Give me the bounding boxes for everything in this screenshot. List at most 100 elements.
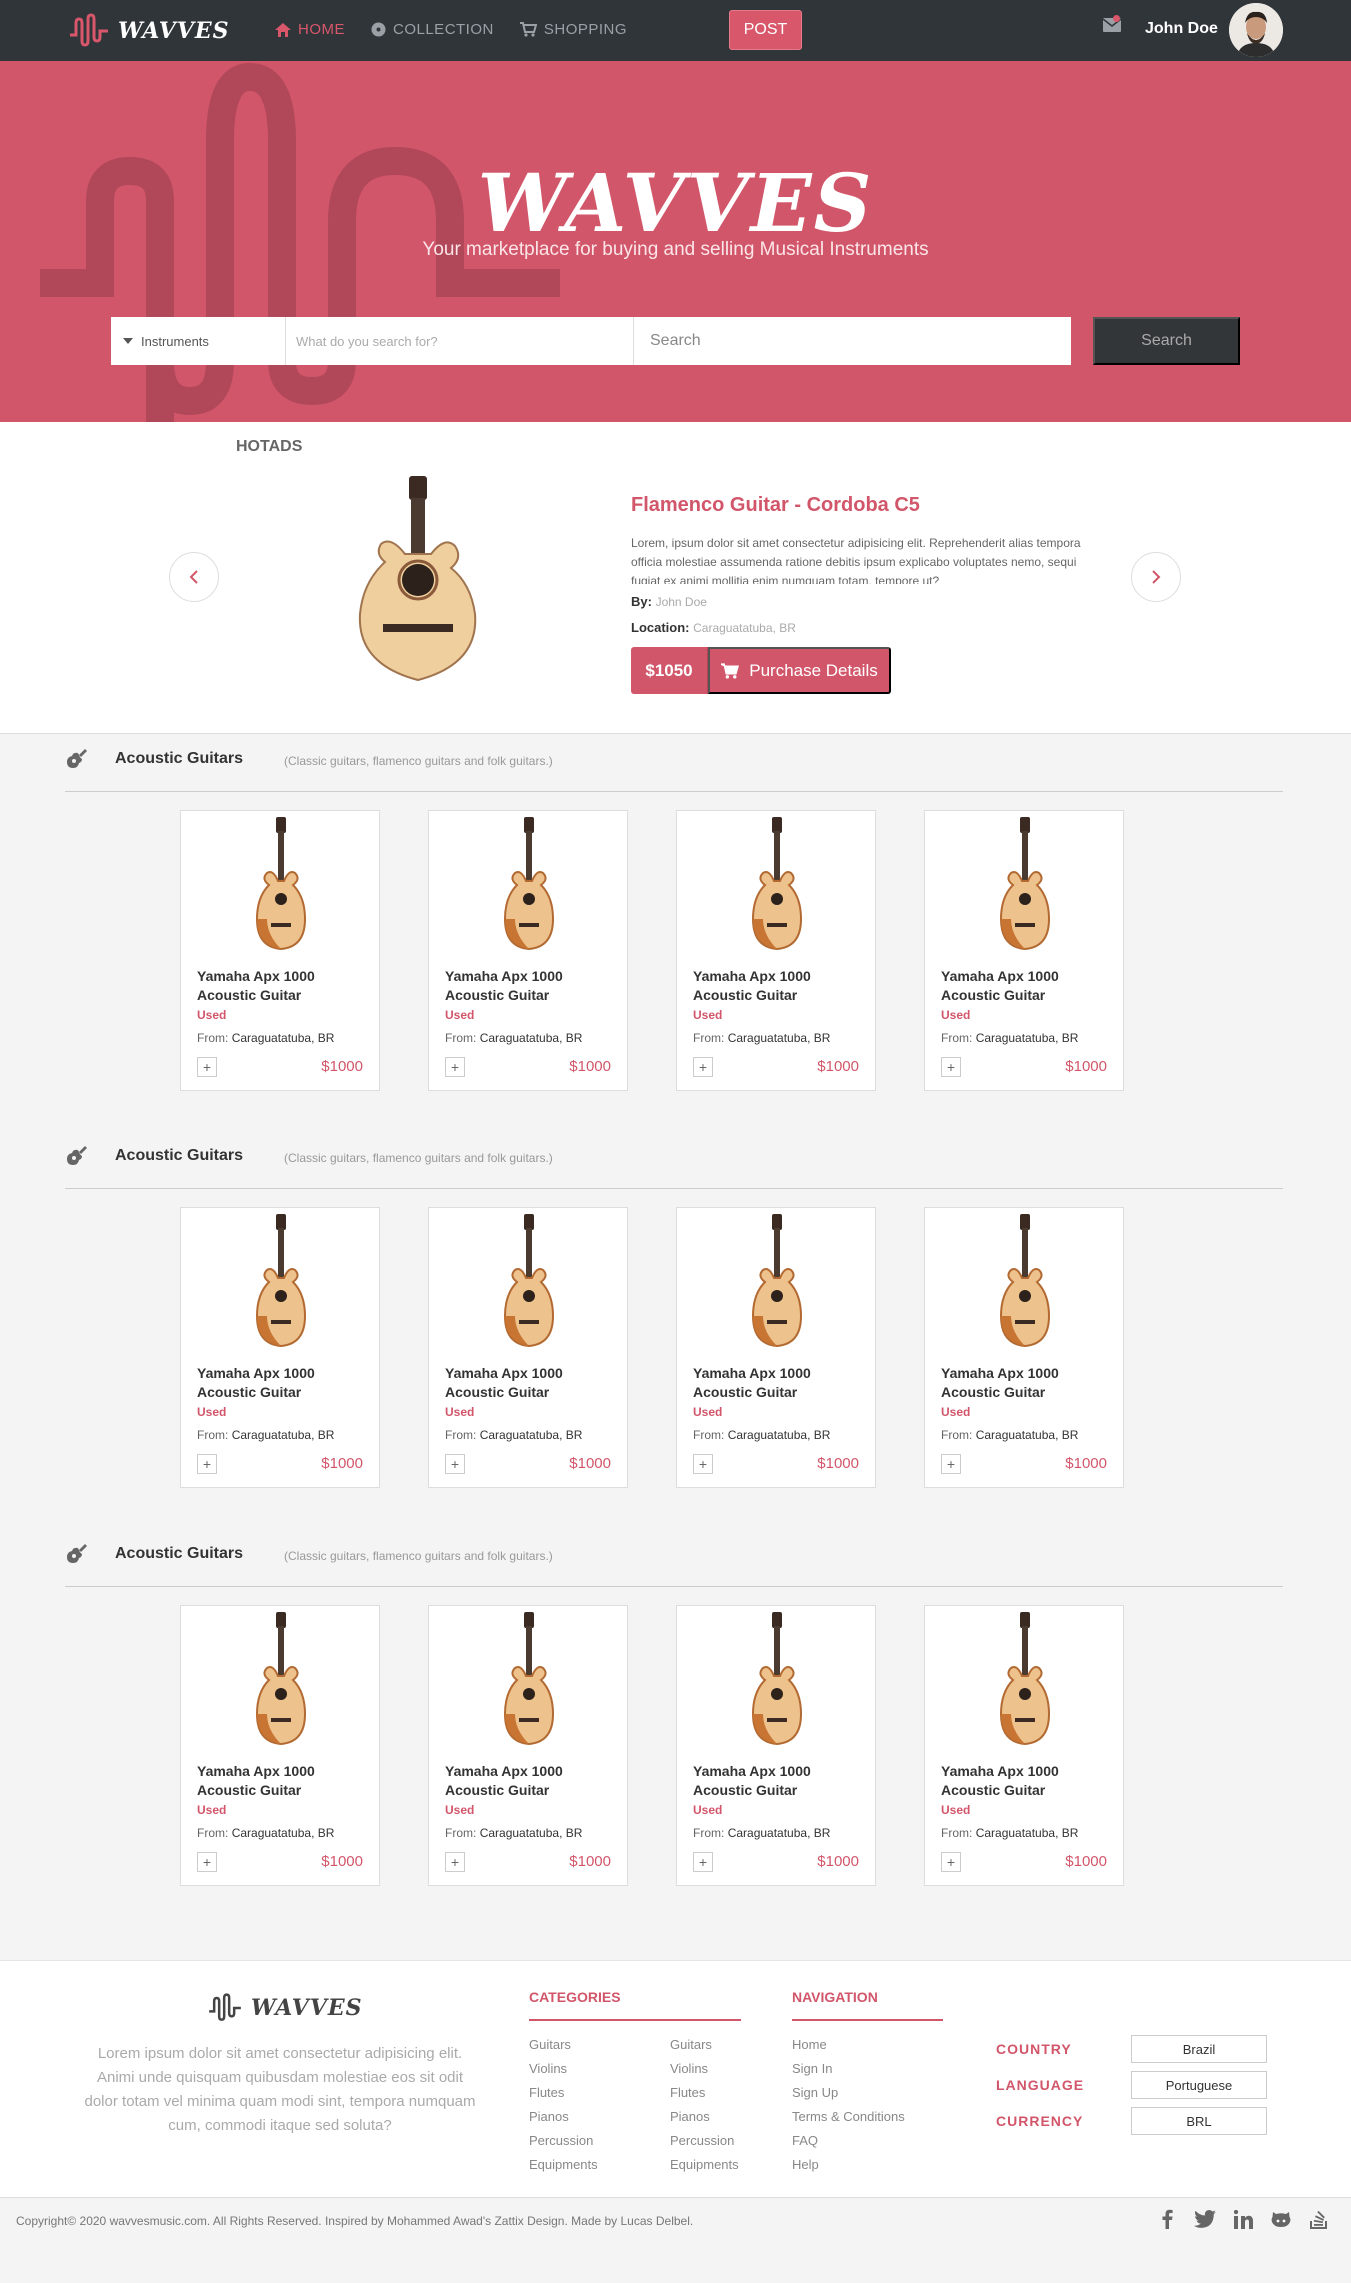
product-name[interactable]: Yamaha Apx 1000 Acoustic Guitar bbox=[445, 967, 620, 1005]
product-card[interactable]: Yamaha Apx 1000 Acoustic Guitar Used Fro… bbox=[924, 1605, 1124, 1886]
product-name[interactable]: Yamaha Apx 1000 Acoustic Guitar bbox=[197, 1762, 372, 1800]
post-button[interactable]: POST bbox=[729, 10, 802, 50]
stackoverflow-icon[interactable] bbox=[1307, 2207, 1331, 2231]
nav-link-shopping[interactable]: SHOPPING bbox=[519, 21, 627, 38]
add-to-cart-button[interactable]: + bbox=[941, 1852, 961, 1872]
product-card[interactable]: Yamaha Apx 1000 Acoustic Guitar Used Fro… bbox=[676, 1605, 876, 1886]
add-to-cart-button[interactable]: + bbox=[693, 1454, 713, 1474]
product-name[interactable]: Yamaha Apx 1000 Acoustic Guitar bbox=[941, 1762, 1116, 1800]
footer-logo[interactable]: WAVVES bbox=[207, 1993, 363, 2023]
product-name[interactable]: Yamaha Apx 1000 Acoustic Guitar bbox=[693, 967, 868, 1005]
search-button[interactable]: Search bbox=[1093, 317, 1240, 365]
product-name[interactable]: Yamaha Apx 1000 Acoustic Guitar bbox=[941, 1364, 1116, 1402]
product-image[interactable] bbox=[497, 815, 561, 951]
product-image[interactable] bbox=[993, 1610, 1057, 1746]
product-image[interactable] bbox=[497, 1212, 561, 1348]
add-to-cart-button[interactable]: + bbox=[941, 1454, 961, 1474]
product-card[interactable]: Yamaha Apx 1000 Acoustic Guitar Used Fro… bbox=[924, 810, 1124, 1091]
product-image[interactable] bbox=[249, 815, 313, 951]
category-title[interactable]: Acoustic Guitars bbox=[115, 750, 243, 768]
product-card[interactable]: Yamaha Apx 1000 Acoustic Guitar Used Fro… bbox=[180, 810, 380, 1091]
product-name[interactable]: Yamaha Apx 1000 Acoustic Guitar bbox=[445, 1364, 620, 1402]
twitter-icon[interactable] bbox=[1193, 2207, 1217, 2231]
product-location-value: Caraguatatuba, BR bbox=[975, 1031, 1079, 1045]
hot-ad-title[interactable]: Flamenco Guitar - Cordoba C5 bbox=[631, 494, 920, 517]
add-to-cart-button[interactable]: + bbox=[197, 1057, 217, 1077]
avatar[interactable] bbox=[1229, 3, 1283, 57]
hero-subtitle: Your marketplace for buying and selling … bbox=[422, 239, 929, 260]
product-card[interactable]: Yamaha Apx 1000 Acoustic Guitar Used Fro… bbox=[924, 1207, 1124, 1488]
product-image[interactable] bbox=[745, 815, 809, 951]
carousel-next-button[interactable] bbox=[1131, 552, 1181, 602]
footer-link[interactable]: Help bbox=[792, 2157, 905, 2181]
footer-link[interactable]: Sign Up bbox=[792, 2085, 905, 2109]
footer-link[interactable]: Violins bbox=[670, 2061, 739, 2085]
product-image[interactable] bbox=[993, 1212, 1057, 1348]
product-name[interactable]: Yamaha Apx 1000 Acoustic Guitar bbox=[197, 1364, 372, 1402]
footer-link[interactable]: Equipments bbox=[670, 2157, 739, 2181]
product-name[interactable]: Yamaha Apx 1000 Acoustic Guitar bbox=[693, 1364, 868, 1402]
add-to-cart-button[interactable]: + bbox=[941, 1057, 961, 1077]
category-title[interactable]: Acoustic Guitars bbox=[115, 1147, 243, 1165]
product-image[interactable] bbox=[249, 1212, 313, 1348]
footer-link[interactable]: Home bbox=[792, 2037, 905, 2061]
carousel-prev-button[interactable] bbox=[169, 552, 219, 602]
product-condition: Used bbox=[197, 1405, 227, 1419]
product-name[interactable]: Yamaha Apx 1000 Acoustic Guitar bbox=[941, 967, 1116, 1005]
purchase-details-button[interactable]: Purchase Details bbox=[708, 647, 891, 694]
add-to-cart-button[interactable]: + bbox=[445, 1057, 465, 1077]
hot-guitar-image[interactable] bbox=[335, 474, 500, 684]
product-card[interactable]: Yamaha Apx 1000 Acoustic Guitar Used Fro… bbox=[180, 1605, 380, 1886]
product-image[interactable] bbox=[249, 1610, 313, 1746]
product-card[interactable]: Yamaha Apx 1000 Acoustic Guitar Used Fro… bbox=[428, 1605, 628, 1886]
footer-setting-select[interactable]: BRL bbox=[1131, 2107, 1267, 2135]
nav-logo[interactable]: WAVVES bbox=[68, 13, 230, 49]
footer-link[interactable]: Percussion bbox=[670, 2133, 739, 2157]
category-title[interactable]: Acoustic Guitars bbox=[115, 1545, 243, 1563]
nav-link-collection[interactable]: COLLECTION bbox=[371, 21, 494, 38]
footer-link[interactable]: Guitars bbox=[670, 2037, 739, 2061]
footer-link[interactable]: Equipments bbox=[529, 2157, 598, 2181]
search-input[interactable]: Search bbox=[634, 317, 1071, 365]
footer-link[interactable]: Terms & Conditions bbox=[792, 2109, 905, 2133]
footer-link[interactable]: Pianos bbox=[529, 2109, 598, 2133]
linkedin-icon[interactable] bbox=[1231, 2207, 1255, 2231]
footer-link[interactable]: Guitars bbox=[529, 2037, 598, 2061]
product-name[interactable]: Yamaha Apx 1000 Acoustic Guitar bbox=[693, 1762, 868, 1800]
footer-link[interactable]: Flutes bbox=[670, 2085, 739, 2109]
product-image[interactable] bbox=[993, 815, 1057, 951]
product-card[interactable]: Yamaha Apx 1000 Acoustic Guitar Used Fro… bbox=[428, 1207, 628, 1488]
footer-setting-select[interactable]: Brazil bbox=[1131, 2035, 1267, 2063]
product-name[interactable]: Yamaha Apx 1000 Acoustic Guitar bbox=[197, 967, 372, 1005]
product-card[interactable]: Yamaha Apx 1000 Acoustic Guitar Used Fro… bbox=[180, 1207, 380, 1488]
add-to-cart-button[interactable]: + bbox=[445, 1852, 465, 1872]
nav-link-home[interactable]: HOME bbox=[275, 21, 345, 38]
add-to-cart-button[interactable]: + bbox=[693, 1057, 713, 1077]
add-to-cart-button[interactable]: + bbox=[197, 1852, 217, 1872]
product-card[interactable]: Yamaha Apx 1000 Acoustic Guitar Used Fro… bbox=[676, 810, 876, 1091]
product-card[interactable]: Yamaha Apx 1000 Acoustic Guitar Used Fro… bbox=[428, 810, 628, 1091]
add-to-cart-button[interactable]: + bbox=[693, 1852, 713, 1872]
product-name[interactable]: Yamaha Apx 1000 Acoustic Guitar bbox=[445, 1762, 620, 1800]
footer-link[interactable]: Flutes bbox=[529, 2085, 598, 2109]
github-icon[interactable] bbox=[1269, 2207, 1293, 2231]
product-image[interactable] bbox=[745, 1610, 809, 1746]
product-location: From: Caraguatatuba, BR bbox=[941, 1428, 1078, 1442]
product-image[interactable] bbox=[745, 1212, 809, 1348]
what-search-input[interactable]: What do you search for? bbox=[286, 317, 634, 365]
footer-link[interactable]: Sign In bbox=[792, 2061, 905, 2085]
product-location: From: Caraguatatuba, BR bbox=[941, 1826, 1078, 1840]
product-image[interactable] bbox=[497, 1610, 561, 1746]
footer-link[interactable]: Pianos bbox=[670, 2109, 739, 2133]
product-price: $1000 bbox=[1065, 1455, 1107, 1472]
add-to-cart-button[interactable]: + bbox=[197, 1454, 217, 1474]
footer-link[interactable]: Violins bbox=[529, 2061, 598, 2085]
user-name[interactable]: John Doe bbox=[1145, 20, 1218, 38]
facebook-icon[interactable] bbox=[1155, 2207, 1179, 2231]
footer-setting-select[interactable]: Portuguese bbox=[1131, 2071, 1267, 2099]
category-select[interactable]: Instruments bbox=[111, 317, 286, 365]
add-to-cart-button[interactable]: + bbox=[445, 1454, 465, 1474]
product-card[interactable]: Yamaha Apx 1000 Acoustic Guitar Used Fro… bbox=[676, 1207, 876, 1488]
footer-link[interactable]: Percussion bbox=[529, 2133, 598, 2157]
footer-link[interactable]: FAQ bbox=[792, 2133, 905, 2157]
